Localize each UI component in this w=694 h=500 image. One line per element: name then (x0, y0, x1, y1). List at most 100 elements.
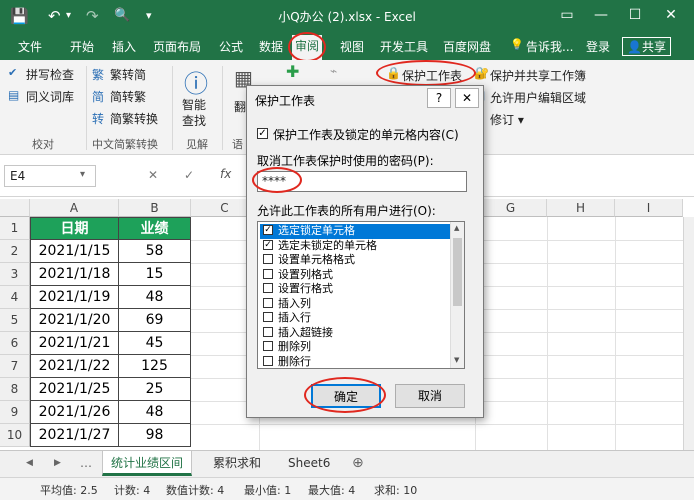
row-header-3[interactable]: 3 (0, 263, 30, 286)
list-item-insert-hyperlinks[interactable]: 插入超链接 (260, 326, 450, 341)
simp-to-trad-button[interactable]: 简转繁 (110, 88, 146, 105)
table-cell-date[interactable]: 2021/1/20 (30, 309, 119, 332)
close-icon[interactable]: ✕ (656, 4, 686, 26)
tab-review[interactable]: 审阅 (292, 35, 323, 60)
list-item-format-columns[interactable]: 设置列格式 (260, 268, 450, 283)
cell-a1-header-date[interactable]: 日期 (30, 217, 119, 240)
table-cell-date[interactable]: 2021/1/21 (30, 332, 119, 355)
row-header-10[interactable]: 10 (0, 424, 30, 447)
translate-button[interactable]: 翻 (234, 98, 246, 115)
list-item-insert-columns[interactable]: 插入列 (260, 297, 450, 312)
tell-me-search[interactable]: 告诉我... (526, 38, 573, 55)
smart-lookup-label-2[interactable]: 查找 (182, 112, 206, 129)
table-cell-value[interactable]: 45 (119, 332, 191, 355)
protect-share-workbook-button[interactable]: 保护并共享工作簿 (490, 67, 586, 84)
spell-check-button[interactable]: 拼写检查 (26, 66, 74, 83)
trad-to-simp-button[interactable]: 繁转简 (110, 66, 146, 83)
permission-checkbox[interactable] (263, 268, 273, 279)
table-cell-date[interactable]: 2021/1/22 (30, 355, 119, 378)
list-item-format-rows[interactable]: 设置行格式 (260, 282, 450, 297)
tab-data[interactable]: 数据 (259, 38, 283, 55)
share-button[interactable]: 👤共享 (622, 37, 671, 56)
table-cell-date[interactable]: 2021/1/26 (30, 401, 119, 424)
permission-checkbox[interactable] (263, 312, 273, 322)
tab-page-layout[interactable]: 页面布局 (153, 38, 201, 55)
column-header-i[interactable]: I (615, 199, 683, 217)
tab-home[interactable]: 开始 (70, 38, 94, 55)
sheet-tab-active[interactable]: 统计业绩区间 (102, 451, 193, 476)
permission-checkbox[interactable] (263, 283, 273, 293)
dialog-help-button[interactable]: ? (427, 88, 451, 108)
list-item-select-unlocked[interactable]: ✓ 选定未锁定的单元格 (260, 239, 450, 254)
scroll-down-icon[interactable]: ▼ (454, 356, 459, 364)
row-header-1[interactable]: 1 (0, 217, 30, 240)
cell-b1-header-performance[interactable]: 业绩 (119, 217, 191, 240)
tab-baidu-netdisk[interactable]: 百度网盘 (443, 38, 491, 55)
enter-icon[interactable]: ✓ (184, 168, 194, 182)
list-item-delete-rows[interactable]: 删除行 (260, 355, 450, 369)
select-all-corner[interactable] (0, 199, 30, 217)
add-sheet-icon[interactable]: ⊕ (344, 451, 372, 476)
minimize-icon[interactable]: — (586, 4, 616, 26)
table-cell-date[interactable]: 2021/1/15 (30, 240, 119, 263)
protect-sheet-button[interactable]: 保护工作表 (402, 67, 462, 84)
chinese-convert-button[interactable]: 简繁转换 (110, 110, 158, 127)
row-header-2[interactable]: 2 (0, 240, 30, 263)
permission-checkbox[interactable] (263, 341, 273, 351)
row-header-7[interactable]: 7 (0, 355, 30, 378)
row-header-5[interactable]: 5 (0, 309, 30, 332)
vertical-scrollbar[interactable] (683, 217, 694, 450)
tab-file[interactable]: 文件 (18, 38, 42, 55)
table-cell-date[interactable]: 2021/1/19 (30, 286, 119, 309)
ok-button[interactable]: 确定 (311, 384, 381, 408)
next-sheet-icon[interactable]: ▶ (46, 451, 69, 476)
permission-checkbox[interactable] (263, 254, 273, 264)
table-cell-value[interactable]: 69 (119, 309, 191, 332)
name-box-dropdown-icon[interactable]: ▾ (80, 169, 85, 180)
cancel-icon[interactable]: ✕ (148, 168, 158, 182)
tab-insert[interactable]: 插入 (112, 38, 136, 55)
password-input[interactable]: **** (257, 171, 467, 192)
column-header-h[interactable]: H (547, 199, 615, 217)
tab-formulas[interactable]: 公式 (219, 38, 243, 55)
list-item-delete-columns[interactable]: 删除列 (260, 340, 450, 355)
permissions-list[interactable]: ✓ 选定锁定单元格 ✓ 选定未锁定的单元格 设置单元格格式 设置列格式 设置行格… (257, 221, 465, 369)
list-scrollbar[interactable]: ▲ ▼ (450, 222, 464, 368)
prev-sheet-icon[interactable]: ◀ (18, 451, 41, 476)
row-header-4[interactable]: 4 (0, 286, 30, 309)
sheet-tab-cumulative[interactable]: 累积求和 (205, 451, 269, 476)
column-header-g[interactable]: G (475, 199, 547, 217)
tab-view[interactable]: 视图 (340, 38, 364, 55)
column-header-b[interactable]: B (119, 199, 191, 217)
login-link[interactable]: 登录 (586, 38, 610, 55)
allow-edit-ranges-button[interactable]: 允许用户编辑区域 (490, 89, 586, 106)
permission-checkbox[interactable] (263, 355, 273, 366)
table-cell-value[interactable]: 25 (119, 378, 191, 401)
smart-lookup-label-1[interactable]: 智能 (182, 96, 206, 113)
table-cell-value[interactable]: 125 (119, 355, 191, 378)
permission-checkbox[interactable]: ✓ (263, 225, 273, 235)
sheet-tab-sheet6[interactable]: Sheet6 (280, 451, 338, 476)
thesaurus-button[interactable]: 同义词库 (26, 88, 74, 105)
list-item-format-cells[interactable]: 设置单元格格式 (260, 253, 450, 268)
table-cell-date[interactable]: 2021/1/18 (30, 263, 119, 286)
ribbon-display-icon[interactable]: ▭ (552, 4, 582, 26)
column-header-a[interactable]: A (30, 199, 119, 217)
tab-developer[interactable]: 开发工具 (380, 38, 428, 55)
cancel-button[interactable]: 取消 (395, 384, 465, 408)
dialog-close-button[interactable]: ✕ (455, 88, 479, 108)
scroll-thumb[interactable] (453, 238, 462, 306)
permission-checkbox[interactable] (263, 326, 273, 337)
row-header-8[interactable]: 8 (0, 378, 30, 401)
table-cell-value[interactable]: 48 (119, 401, 191, 424)
insert-function-icon[interactable]: fx (220, 167, 231, 181)
track-changes-button[interactable]: 修订 ▾ (490, 111, 524, 128)
table-cell-date[interactable]: 2021/1/27 (30, 424, 119, 447)
list-item-select-locked[interactable]: ✓ 选定锁定单元格 (260, 224, 450, 239)
table-cell-value[interactable]: 48 (119, 286, 191, 309)
table-cell-value[interactable]: 58 (119, 240, 191, 263)
row-header-9[interactable]: 9 (0, 401, 30, 424)
permission-checkbox[interactable] (263, 297, 273, 308)
table-cell-value[interactable]: 15 (119, 263, 191, 286)
row-header-6[interactable]: 6 (0, 332, 30, 355)
